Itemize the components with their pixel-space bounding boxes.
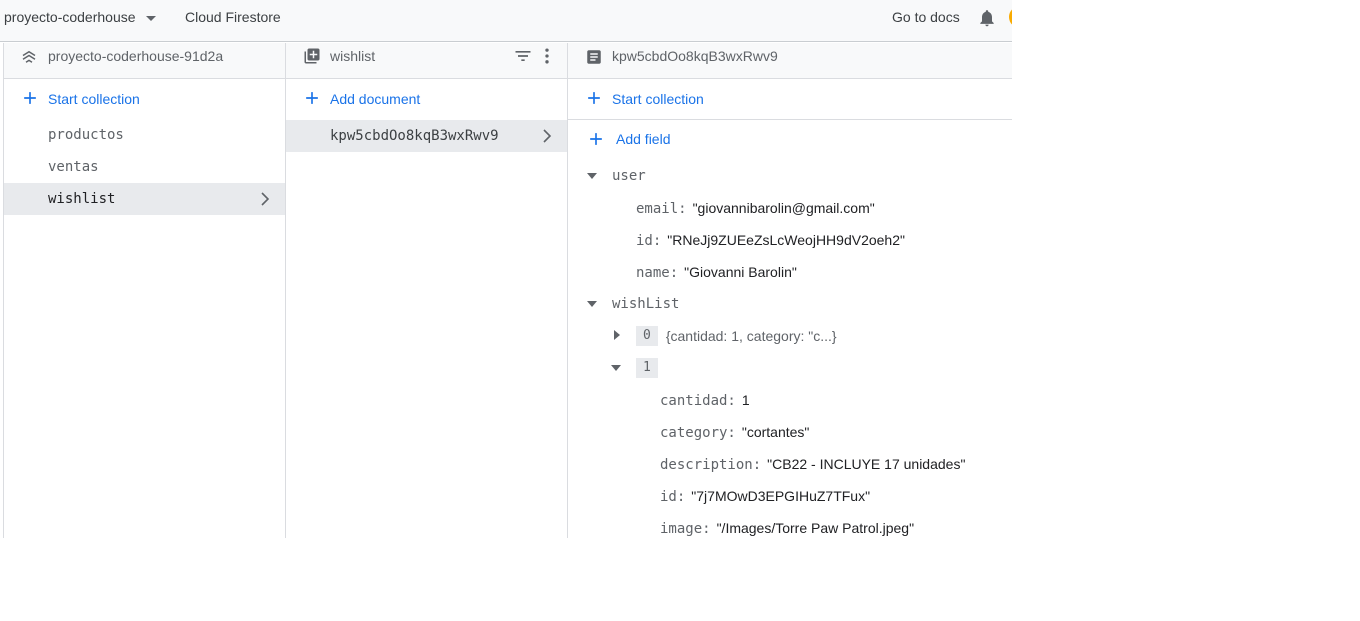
add-document-label: Add document [330, 91, 421, 107]
field-key: wishList [612, 296, 680, 312]
field-value: "cortantes" [741, 424, 810, 440]
document-panel-header: kpw5cbdOo8kqB3wxRwv9 [568, 43, 1012, 79]
add-field-button[interactable]: Add field [568, 119, 1012, 159]
field-preview: {cantidad: 1, category: "c...} [665, 328, 837, 344]
firestore-console: proyecto-coderhouse Cloud Firestore Go t… [0, 0, 1012, 538]
add-document-button[interactable]: Add document [286, 79, 567, 119]
collapse-arrow-icon[interactable] [587, 301, 597, 307]
add-field-label: Add field [616, 131, 671, 147]
field-key: description: [660, 457, 762, 473]
document-panel: kpw5cbdOo8kqB3wxRwv9 Start collection Ad… [568, 43, 1012, 538]
collection-item-ventas[interactable]: ventas [4, 151, 285, 183]
collection-label: wishlist [48, 191, 116, 207]
field-key: email: [636, 201, 687, 217]
start-collection-button[interactable]: Start collection [4, 79, 285, 119]
field-value: "giovannibarolin@gmail.com" [692, 200, 875, 216]
field-key: id: [660, 489, 686, 505]
plus-icon [24, 92, 36, 104]
field-key: category: [660, 425, 736, 441]
field-value: "Giovanni Barolin" [684, 264, 797, 280]
field-value: 1 [741, 392, 750, 408]
chevron-right-icon [261, 192, 270, 206]
collection-item-wishlist[interactable]: wishlist [4, 183, 285, 215]
collection-label: ventas [48, 159, 99, 175]
document-id: kpw5cbdOo8kqB3wxRwv9 [330, 128, 499, 144]
field-email[interactable]: email: "giovannibarolin@gmail.com" [636, 192, 875, 224]
root-panel-header: proyecto-coderhouse-91d2a [4, 43, 285, 79]
field-wishlist[interactable]: wishList [612, 288, 679, 320]
field-key: user [612, 168, 646, 184]
bell-icon[interactable] [977, 8, 997, 28]
document-id: kpw5cbdOo8kqB3wxRwv9 [612, 48, 778, 64]
collection-icon [304, 48, 320, 64]
field-cantidad[interactable]: cantidad: 1 [660, 384, 750, 416]
expand-arrow-icon[interactable] [614, 330, 620, 340]
field-value: "CB22 - INCLUYE 17 unidades" [767, 456, 966, 472]
collapse-arrow-icon[interactable] [611, 365, 621, 371]
top-bar: proyecto-coderhouse Cloud Firestore Go t… [0, 0, 1012, 42]
array-item-1[interactable]: 1 [636, 352, 658, 384]
field-user[interactable]: user [612, 160, 646, 192]
start-collection-label: Start collection [48, 91, 140, 107]
more-vert-icon[interactable] [539, 46, 555, 66]
product-name: Cloud Firestore [185, 9, 281, 25]
start-collection-button[interactable]: Start collection [568, 79, 1012, 119]
chevron-right-icon [543, 129, 552, 143]
root-panel: proyecto-coderhouse-91d2a Start collecti… [3, 43, 286, 538]
project-selector[interactable]: proyecto-coderhouse [4, 0, 156, 34]
field-value: "/Images/Torre Paw Patrol.jpeg" [716, 520, 915, 536]
project-name: proyecto-coderhouse [4, 9, 136, 25]
field-description[interactable]: description: "CB22 - INCLUYE 17 unidades" [660, 448, 965, 480]
document-item[interactable]: kpw5cbdOo8kqB3wxRwv9 [286, 120, 567, 152]
filter-icon[interactable] [513, 46, 533, 66]
array-index: 0 [636, 326, 658, 346]
field-name[interactable]: name: "Giovanni Barolin" [636, 256, 797, 288]
field-key: id: [636, 233, 662, 249]
project-id: proyecto-coderhouse-91d2a [48, 48, 224, 64]
caret-down-icon [145, 15, 156, 21]
plus-icon [588, 92, 600, 104]
field-id-item[interactable]: id: "7j7MOwD3EPGIHuZ7TFux" [660, 480, 870, 512]
field-key: cantidad: [660, 393, 736, 409]
plus-icon [590, 133, 602, 145]
collection-item-productos[interactable]: productos [4, 119, 285, 151]
start-collection-label: Start collection [612, 91, 704, 107]
plus-icon [306, 92, 318, 104]
field-id[interactable]: id: "RNeJj9ZUEeZsLcWeojHH9dV2oeh2" [636, 224, 905, 256]
array-item-0[interactable]: 0 {cantidad: 1, category: "c...} [636, 320, 837, 352]
document-icon [587, 50, 601, 64]
collection-panel-header: wishlist [286, 43, 567, 79]
field-key: name: [636, 265, 679, 281]
collection-name: wishlist [330, 48, 376, 64]
collection-label: productos [48, 127, 124, 143]
avatar[interactable] [1009, 6, 1012, 28]
field-category[interactable]: category: "cortantes" [660, 416, 809, 448]
array-index: 1 [636, 358, 658, 378]
field-image[interactable]: image: "/Images/Torre Paw Patrol.jpeg" [660, 512, 914, 538]
field-value: "7j7MOwD3EPGIHuZ7TFux" [691, 488, 871, 504]
go-to-docs-link[interactable]: Go to docs [892, 0, 960, 34]
collapse-arrow-icon[interactable] [587, 173, 597, 179]
field-key: image: [660, 521, 711, 537]
field-value: "RNeJj9ZUEeZsLcWeojHH9dV2oeh2" [667, 232, 905, 248]
collection-panel: wishlist Add document kpw5cbdOo8kqB3wxRw… [286, 43, 568, 538]
firestore-icon [22, 50, 36, 63]
